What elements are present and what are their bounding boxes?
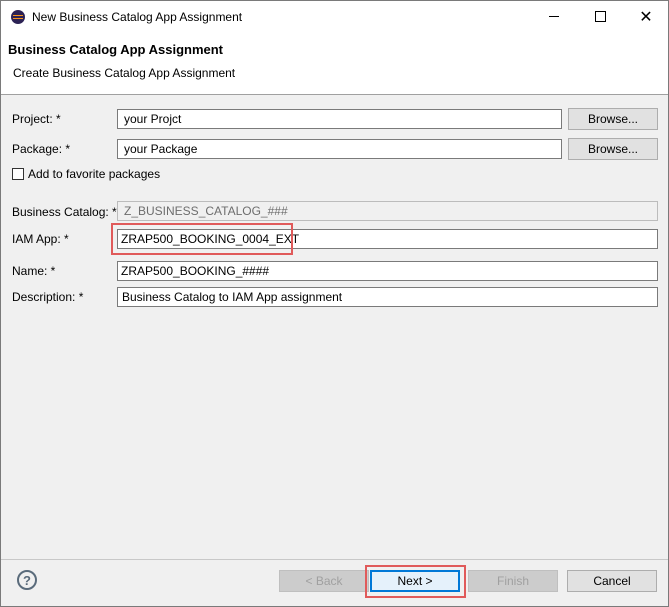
project-label: Project: * (12, 112, 61, 126)
maximize-button[interactable] (577, 1, 623, 32)
help-icon[interactable]: ? (17, 570, 37, 590)
iam-app-highlight (111, 223, 293, 255)
name-label: Name: * (12, 264, 56, 278)
window-title: New Business Catalog App Assignment (32, 10, 243, 24)
favorite-label: Add to favorite packages (28, 167, 161, 181)
page-title: Business Catalog App Assignment (8, 42, 224, 57)
footer-separator (1, 559, 668, 560)
title-bar: New Business Catalog App Assignment ✕ (1, 1, 668, 32)
next-highlight (365, 565, 466, 598)
project-browse-button[interactable]: Browse... (568, 108, 658, 130)
cancel-button[interactable]: Cancel (567, 570, 657, 592)
favorite-checkbox[interactable] (12, 168, 24, 180)
close-icon: ✕ (639, 8, 653, 26)
package-browse-button[interactable]: Browse... (568, 138, 658, 160)
description-label: Description: * (12, 290, 84, 304)
project-field[interactable]: your Projct (117, 109, 562, 129)
iam-app-label: IAM App: * (12, 232, 69, 246)
dialog-window: New Business Catalog App Assignment ✕ Bu… (0, 0, 669, 607)
package-label: Package: * (12, 142, 71, 156)
back-button[interactable]: < Back (279, 570, 369, 592)
business-catalog-field: Z_BUSINESS_CATALOG_### (117, 201, 658, 221)
maximize-icon (594, 11, 606, 22)
minimize-icon (549, 16, 559, 17)
finish-button[interactable]: Finish (468, 570, 558, 592)
page-subtitle: Create Business Catalog App Assignment (13, 66, 236, 80)
description-field[interactable]: Business Catalog to IAM App assignment (117, 287, 658, 307)
eclipse-icon (11, 10, 25, 24)
name-field[interactable]: ZRAP500_BOOKING_#### (117, 261, 658, 281)
minimize-button[interactable] (531, 1, 577, 32)
close-button[interactable]: ✕ (623, 1, 668, 32)
wizard-header: Business Catalog App Assignment Create B… (1, 32, 668, 95)
business-catalog-label: Business Catalog: * (12, 205, 117, 219)
package-field[interactable]: your Package (117, 139, 562, 159)
